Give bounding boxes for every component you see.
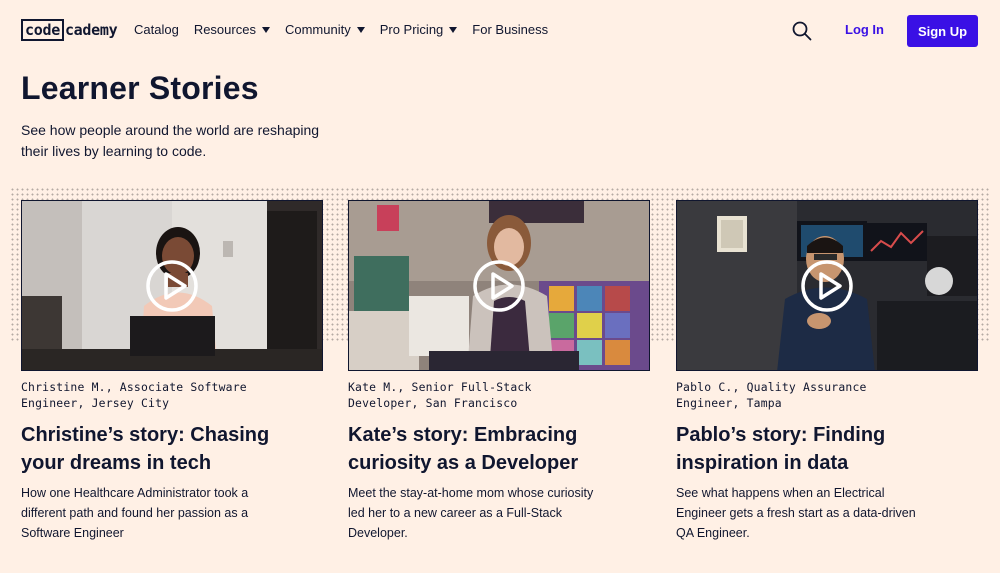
story-card-pablo: Pablo C., Quality Assurance Engineer, Ta…	[676, 200, 978, 543]
nav-item-label: For Business	[472, 22, 549, 37]
page-subtitle: See how people around the world are resh…	[21, 122, 320, 159]
nav-item-resources[interactable]: Resources	[194, 22, 270, 37]
story-card-kate: Kate M., Senior Full-Stack Developer, Sa…	[348, 200, 650, 543]
story-meta: Christine M., Associate Software Enginee…	[21, 379, 323, 411]
page-title: Learner Stories	[21, 70, 259, 106]
chevron-down-icon	[356, 26, 365, 33]
video-thumbnail[interactable]	[676, 200, 978, 371]
story-title[interactable]: Pablo’s story: Finding inspiration in da…	[676, 421, 956, 477]
story-meta: Kate M., Senior Full-Stack Developer, Sa…	[348, 379, 650, 411]
login-link[interactable]: Log In	[845, 22, 884, 37]
play-icon	[146, 259, 198, 312]
story-title[interactable]: Kate’s story: Embracing curiosity as a D…	[348, 421, 628, 477]
story-meta-line: Engineer, Tampa	[676, 396, 782, 410]
story-description: See what happens when an Electrical Engi…	[676, 486, 916, 540]
story-meta: Pablo C., Quality Assurance Engineer, Ta…	[676, 379, 978, 411]
signup-button[interactable]: Sign Up	[907, 15, 978, 47]
nav-item-label: Pro Pricing	[379, 22, 444, 37]
video-thumbnail[interactable]	[348, 200, 650, 371]
play-icon	[473, 259, 525, 312]
story-meta-line: Pablo C., Quality Assurance	[676, 380, 867, 394]
story-meta-line: Developer, San Francisco	[348, 396, 518, 410]
story-title[interactable]: Christine’s story: Chasing your dreams i…	[21, 421, 301, 477]
story-meta-line: Christine M., Associate Software	[21, 380, 247, 394]
logo-box-text: code	[21, 19, 64, 41]
nav-item-label: Community	[284, 22, 351, 37]
story-card-christine: Christine M., Associate Software Enginee…	[21, 200, 323, 543]
story-description: Meet the stay-at-home mom whose curiosit…	[348, 486, 594, 540]
chevron-down-icon	[449, 26, 458, 33]
nav-item-label: Catalog	[134, 22, 179, 37]
top-navigation: code cademy Catalog Resources Community P…	[0, 0, 1000, 62]
story-description: How one Healthcare Administrator took a …	[21, 486, 249, 540]
nav-item-label: Resources	[193, 22, 256, 37]
logo-rest-text: cademy	[64, 21, 118, 39]
nav-item-catalog[interactable]: Catalog	[134, 22, 179, 37]
play-icon	[801, 259, 853, 312]
chevron-down-icon	[261, 26, 270, 33]
story-meta-line: Engineer, Jersey City	[21, 396, 170, 410]
nav-links: Catalog Resources Community Pro Pricing …	[134, 22, 563, 37]
nav-item-for-business[interactable]: For Business	[472, 22, 548, 37]
codecademy-logo[interactable]: code cademy	[21, 19, 118, 41]
video-thumbnail[interactable]	[21, 200, 323, 371]
search-icon[interactable]	[792, 21, 812, 41]
story-meta-line: Kate M., Senior Full-Stack	[348, 380, 532, 394]
nav-item-pro-pricing[interactable]: Pro Pricing	[380, 22, 458, 37]
nav-item-community[interactable]: Community	[285, 22, 365, 37]
